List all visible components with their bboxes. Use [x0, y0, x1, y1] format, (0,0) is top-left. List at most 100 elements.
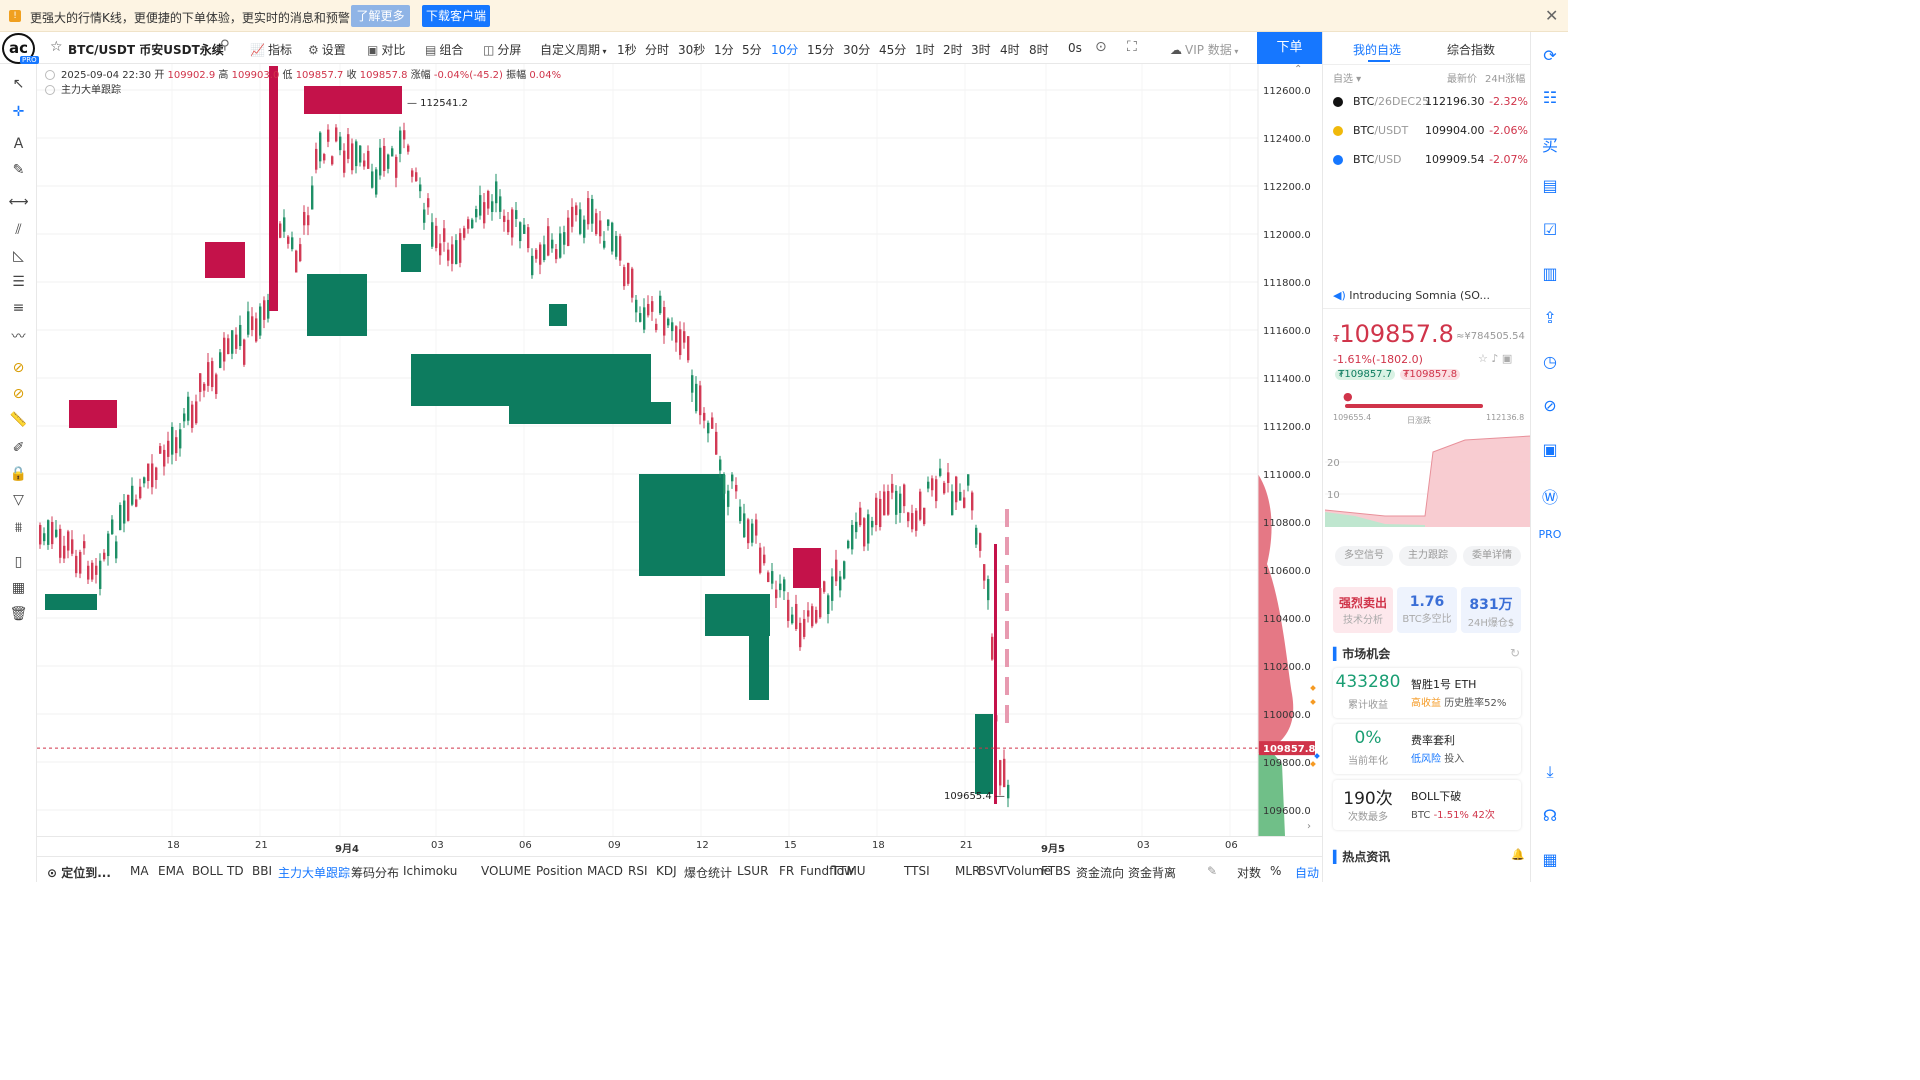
indicator-2[interactable]: BOLL [192, 864, 223, 878]
learn-more-button[interactable]: 了解更多 [351, 5, 410, 27]
indicator-0[interactable]: MA [130, 864, 149, 878]
trend-lines-icon[interactable]: ⫽ [0, 222, 37, 238]
stat-card[interactable]: 强烈卖出 技术分析 [1333, 587, 1393, 633]
period-7[interactable]: 15分 [807, 41, 834, 58]
download-client-button[interactable]: 下载客户端 [422, 5, 490, 27]
export-icon[interactable]: ⇪ [1531, 308, 1569, 327]
edit-icon[interactable]: ✎ [1207, 864, 1217, 878]
period-3[interactable]: 30秒 [678, 41, 705, 58]
indicator-12[interactable]: KDJ [656, 864, 677, 878]
crosshair-icon[interactable]: ✛ [0, 104, 37, 120]
order-button[interactable]: 下单 [1257, 32, 1322, 64]
ruler-icon[interactable]: 📏 [0, 412, 37, 428]
indicator-19[interactable]: MLR [955, 864, 980, 878]
auto-scale-toggle[interactable]: 自动 [1295, 864, 1319, 881]
indicator-1[interactable]: EMA [158, 864, 184, 878]
watchlist-filter[interactable]: 自选 ▾ [1333, 70, 1361, 85]
percent-toggle[interactable]: % [1270, 864, 1281, 878]
period-9[interactable]: 45分 [879, 41, 906, 58]
period-2[interactable]: 分时 [645, 41, 669, 58]
tab-my-watchlist[interactable]: 我的自选 [1353, 41, 1401, 58]
parallel-tool-icon[interactable]: ≡ [0, 300, 37, 316]
news-icon[interactable]: ☷ [1531, 88, 1569, 107]
period-10[interactable]: 1时 [915, 41, 935, 58]
settings-button[interactable]: ⚙ 设置 [308, 41, 346, 58]
period-8[interactable]: 30分 [843, 41, 870, 58]
period-13[interactable]: 4时 [1000, 41, 1020, 58]
bookmark-icon[interactable]: ▯ [0, 554, 37, 570]
tab-composite-index[interactable]: 综合指数 [1447, 41, 1495, 58]
toggle-circle-icon[interactable] [45, 70, 55, 80]
headset-icon[interactable]: ☊ [1531, 806, 1569, 825]
search-icon[interactable]: ⚲ [220, 38, 230, 53]
line-tool-icon[interactable]: ⟷ [0, 194, 37, 210]
log-scale-toggle[interactable]: 对数 [1237, 864, 1261, 881]
close-icon[interactable]: ✕ [1545, 6, 1558, 25]
opportunity-card[interactable]: 433280 累计收益 智胜1号 ETH 高收益 历史胜率52% [1333, 668, 1521, 718]
fib-tool-icon[interactable]: ☰ [0, 274, 37, 290]
indicator-7[interactable]: Ichimoku [403, 864, 457, 878]
indicator-24[interactable]: 资金背离 [1128, 864, 1176, 881]
pattern-icon[interactable]: ⊘ [0, 360, 37, 376]
watchlist-row[interactable]: BTC/USDT 109904.00 -2.06% [1333, 124, 1528, 144]
indicator-10[interactable]: MACD [587, 864, 623, 878]
triangle-tool-icon[interactable]: ◺ [0, 248, 37, 264]
indicator-18[interactable]: TTSI [904, 864, 930, 878]
opportunity-card[interactable]: 0% 当前年化 费率套利 低风险 投入 [1333, 724, 1521, 774]
period-15[interactable]: 0s [1068, 41, 1082, 55]
signal-tab[interactable]: 委单详情 [1463, 546, 1521, 566]
indicator-9[interactable]: Position [536, 864, 583, 878]
text-tool-icon[interactable]: A [0, 136, 37, 152]
filter-icon[interactable]: ▽ [0, 492, 37, 508]
qrcode-icon[interactable]: ▦ [1531, 850, 1569, 869]
custom-period-dropdown[interactable]: 自定义周期 ▾ [540, 41, 607, 58]
pattern2-icon[interactable]: ⊘ [0, 386, 37, 402]
split-screen-button[interactable]: ◫ 分屏 [483, 41, 521, 58]
period-5[interactable]: 5分 [742, 41, 762, 58]
favorite-star-icon[interactable]: ☆ [50, 39, 63, 55]
indicator-8[interactable]: VOLUME [481, 864, 531, 878]
locate-button[interactable]: ⊙ 定位到... [47, 864, 111, 881]
bar-chart-icon[interactable]: ▥ [1531, 264, 1569, 283]
period-1[interactable]: 1秒 [617, 41, 637, 58]
edit-layout-icon[interactable]: ▦ [0, 580, 37, 596]
period-12[interactable]: 3时 [971, 41, 991, 58]
price-chart[interactable]: — 112541.2 109655.4 — 112600.0 112400.0 1122… [37, 64, 1322, 836]
refresh-icon[interactable]: ↻ [1510, 646, 1520, 660]
bell-icon[interactable]: 🔔 [1511, 848, 1525, 861]
pro-icon[interactable]: PRO [1531, 528, 1569, 541]
indicator-11[interactable]: RSI [628, 864, 648, 878]
indicator-14[interactable]: LSUR [737, 864, 768, 878]
notebook-icon[interactable]: ▣ [1531, 440, 1569, 459]
period-14[interactable]: 8时 [1029, 41, 1049, 58]
stat-card[interactable]: 831万 24H爆仓$ [1461, 587, 1521, 633]
indicator-6[interactable]: 筹码分布 [351, 864, 399, 881]
toggle-circle-icon[interactable] [45, 85, 55, 95]
alarm-clock-icon[interactable]: ◷ [1531, 352, 1569, 371]
period-4[interactable]: 1分 [714, 41, 734, 58]
compare-button[interactable]: ▣ 对比 [367, 41, 405, 58]
news-ticker[interactable]: ◀) Introducing Somnia (SO... [1333, 289, 1490, 302]
indicator-15[interactable]: FR [779, 864, 794, 878]
watchlist-row[interactable]: BTC/USD 109909.54 -2.07% [1333, 153, 1528, 173]
indicator-13[interactable]: 爆仓统计 [684, 864, 732, 881]
trash-icon[interactable]: 🗑 [0, 606, 37, 622]
lock-icon[interactable]: 🔒 [0, 466, 37, 482]
brush-icon[interactable]: ✎ [0, 162, 37, 178]
period-6[interactable]: 10分 [771, 41, 798, 58]
sync-icon[interactable]: ⟳ [1531, 46, 1569, 65]
w-icon[interactable]: Ⓦ [1531, 484, 1569, 508]
indicator-4[interactable]: BBI [252, 864, 272, 878]
combine-button[interactable]: ▤ 组合 [425, 41, 463, 58]
grid-tool-icon[interactable]: ⩩ [0, 520, 37, 536]
notes-icon[interactable]: ▤ [1531, 176, 1569, 195]
buy-icon[interactable]: 买 [1531, 132, 1569, 156]
stat-card[interactable]: 1.76 BTC多空比 [1397, 587, 1457, 633]
compass-icon[interactable]: ⊘ [1531, 396, 1569, 415]
wave-tool-icon[interactable]: 〰 [0, 326, 37, 346]
indicator-button[interactable]: 📈 指标 [250, 41, 292, 58]
cursor-arrow-icon[interactable]: ↖ [0, 76, 37, 92]
download-icon[interactable]: ⤓ [1531, 762, 1569, 782]
symbol-name[interactable]: BTC/USDT 币安USDT永续 [68, 41, 224, 58]
indicator-5[interactable]: 主力大单跟踪 [278, 864, 350, 881]
